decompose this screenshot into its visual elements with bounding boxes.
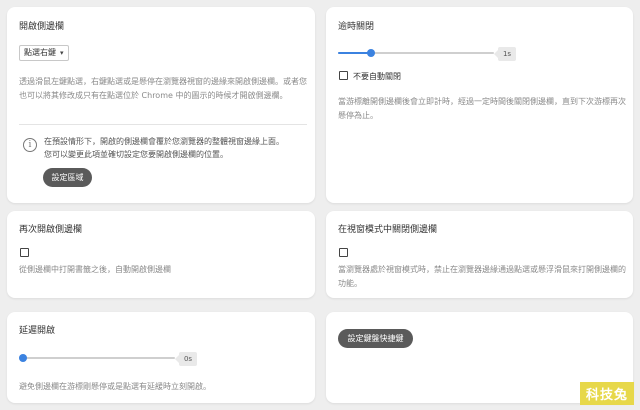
- reopen-sidebar-title: 再次開啟側邊欄: [19, 225, 83, 235]
- delay-open-title: 延遲開啟: [19, 326, 56, 336]
- set-shortcuts-button[interactable]: 設定鍵盤快捷鍵: [338, 329, 413, 348]
- auto-close-disable-checkbox[interactable]: [339, 71, 348, 80]
- auto-close-slider-thumb[interactable]: [367, 49, 375, 57]
- auto-close-description: 當游標離開側邊欄後會立即計時，經過一定時間後關閉側邊欄，直到下次游標再次懸停為止…: [338, 97, 626, 120]
- watermark-logo: 科技兔: [579, 382, 634, 405]
- delay-open-slider-thumb[interactable]: [19, 354, 27, 362]
- window-mode-card: 在視窗模式中關閉側邊欄 當瀏覽器處於視窗模式時，禁止在瀏覽器邊緣通過點選或懸浮滑…: [326, 211, 633, 298]
- delay-open-slider-value: 0s: [175, 352, 197, 366]
- open-sidebar-select-value: 點選右鍵: [24, 48, 56, 57]
- auto-close-card: 逾時關閉 1s 不要自動關閉 當游標離開側邊欄後會立即計時，經過一定時間後關閉側…: [326, 7, 633, 203]
- reopen-sidebar-checkbox[interactable]: [20, 248, 29, 257]
- open-sidebar-divider: [19, 124, 307, 125]
- window-mode-checkbox[interactable]: [339, 248, 348, 257]
- reopen-sidebar-card: 再次開啟側邊欄 從側邊欄中打開書籤之後，自動開啟側邊欄: [7, 211, 315, 298]
- info-icon: i: [23, 138, 37, 152]
- window-mode-title: 在視窗模式中關閉側邊欄: [338, 225, 438, 235]
- open-sidebar-select[interactable]: 點選右鍵 ▾: [19, 45, 69, 61]
- reopen-sidebar-description: 從側邊欄中打開書籤之後，自動開啟側邊欄: [19, 265, 171, 274]
- delay-open-description: 避免側邊欄在游標剛懸停或是點選有延緩時立刻開啟。: [19, 382, 211, 391]
- chevron-down-icon: ▾: [60, 49, 64, 57]
- auto-close-title: 逾時關閉: [338, 22, 375, 32]
- auto-close-slider[interactable]: [338, 45, 494, 61]
- delay-open-slider-track: [19, 357, 175, 359]
- auto-close-checkbox-label: 不要自動關閉: [353, 72, 401, 81]
- open-sidebar-info-line1: 在預設情形下，開啟的側邊欄會覆於您瀏覽器的整體視窗邊緣上面。: [44, 137, 284, 146]
- open-sidebar-title: 開啟側邊欄: [19, 22, 65, 32]
- auto-close-slider-value: 1s: [494, 47, 516, 61]
- open-sidebar-card: 開啟側邊欄 點選右鍵 ▾ 透過滑鼠左鍵點選，右鍵點選或是懸停在瀏覽器視窗的邊緣來…: [7, 7, 315, 203]
- delay-open-slider[interactable]: [19, 350, 175, 366]
- open-sidebar-info-line2: 您可以變更此項並確切設定您要開啟側邊欄的位置。: [44, 150, 228, 159]
- set-area-button[interactable]: 設定區域: [43, 168, 92, 187]
- open-sidebar-description: 透過滑鼠左鍵點選，右鍵點選或是懸停在瀏覽器視窗的邊緣來開啟側邊欄。或者您也可以將…: [19, 77, 307, 100]
- window-mode-description: 當瀏覽器處於視窗模式時，禁止在瀏覽器邊緣通過點選或懸浮滑鼠來打開側邊欄的功能。: [338, 265, 626, 288]
- delay-open-card: 延遲開啟 0s 避免側邊欄在游標剛懸停或是點選有延緩時立刻開啟。: [7, 312, 315, 403]
